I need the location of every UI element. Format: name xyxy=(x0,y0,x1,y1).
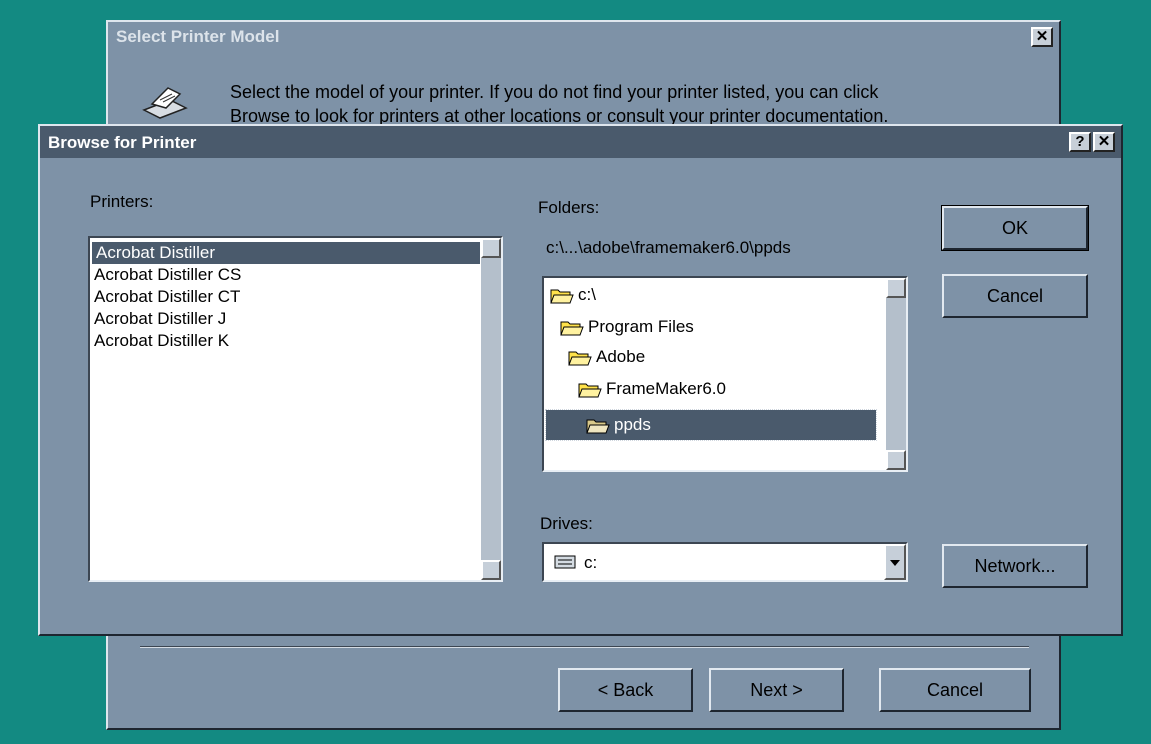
printer-item-acrobat-distiller-j[interactable]: Acrobat Distiller J xyxy=(94,308,226,330)
network-button-label: Network... xyxy=(974,556,1056,576)
drive-value: c: xyxy=(584,553,598,572)
printers-scrollbar[interactable] xyxy=(481,238,501,580)
printers-label: Printers: xyxy=(90,192,154,211)
background-cancel-button-label: Cancel xyxy=(926,680,984,700)
folder-item-ppds-content: ppds xyxy=(586,412,651,438)
printer-item-acrobat-distiller-k[interactable]: Acrobat Distiller K xyxy=(94,330,229,352)
background-close-button[interactable]: ✕ xyxy=(1031,27,1053,47)
folders-label: Folders: xyxy=(538,198,599,218)
scroll-up-arrow-icon[interactable] xyxy=(886,278,906,298)
printer-item-acrobat-distiller-ct[interactable]: Acrobat Distiller CT xyxy=(94,286,240,308)
folders-tree[interactable]: c:\ Program Files Adobe FrameMaker6.0 pp… xyxy=(542,276,908,472)
help-icon: ? xyxy=(1075,133,1085,150)
browse-for-printer-dialog: Browse for Printer ? ✕ Printers: Acrobat… xyxy=(38,124,1123,636)
folder-item-framemaker[interactable]: FrameMaker6.0 xyxy=(578,376,726,402)
open-folder-icon xyxy=(560,321,584,336)
ok-button[interactable]: OK xyxy=(941,205,1089,251)
scroll-down-arrow-icon[interactable] xyxy=(481,560,501,580)
ok-button-label: OK xyxy=(1001,218,1028,238)
back-button-label: < Back xyxy=(597,680,654,700)
background-window-title: Select Printer Model xyxy=(116,27,280,46)
cancel-button[interactable]: Cancel xyxy=(942,274,1088,318)
chevron-down-icon xyxy=(890,560,900,566)
folders-label-text: Folders: xyxy=(538,198,600,217)
background-titlebar[interactable]: Select Printer Model ✕ xyxy=(108,22,1059,52)
dropdown-button[interactable] xyxy=(884,544,906,580)
next-button[interactable]: Next > xyxy=(709,668,844,712)
printer-item-acrobat-distiller[interactable]: Acrobat Distiller xyxy=(92,242,480,264)
folder-label-adobe: Adobe xyxy=(596,347,646,366)
drive-icon xyxy=(554,555,576,569)
open-folder-icon xyxy=(550,289,574,304)
current-path: c:\...\adobe\framemaker6.0\ppds xyxy=(546,238,791,257)
scroll-down-arrow-icon[interactable] xyxy=(886,450,906,470)
folders-scrollbar[interactable] xyxy=(886,278,906,470)
folder-label-program-files: Program Files xyxy=(588,317,694,336)
close-icon: ✕ xyxy=(1035,28,1049,45)
folder-label-root: c:\ xyxy=(578,285,596,304)
open-folder-icon xyxy=(568,351,592,366)
folder-item-ppds[interactable]: ppds xyxy=(545,409,877,441)
printer-icon xyxy=(140,84,190,129)
folder-item-root[interactable]: c:\ xyxy=(550,282,596,308)
folder-item-adobe[interactable]: Adobe xyxy=(568,344,645,370)
network-button[interactable]: Network... xyxy=(942,544,1088,588)
folder-item-program-files[interactable]: Program Files xyxy=(560,314,694,340)
dialog-title: Browse for Printer xyxy=(48,133,197,152)
next-button-label: Next > xyxy=(750,680,803,700)
background-divider xyxy=(140,646,1029,648)
background-cancel-button[interactable]: Cancel xyxy=(879,668,1031,712)
drives-dropdown[interactable]: c: xyxy=(542,542,908,582)
open-folder-icon xyxy=(578,383,602,398)
folder-label-framemaker: FrameMaker6.0 xyxy=(606,379,726,398)
dialog-titlebar[interactable]: Browse for Printer ? ✕ xyxy=(40,126,1121,158)
printer-item-acrobat-distiller-cs[interactable]: Acrobat Distiller CS xyxy=(94,264,241,286)
drives-label: Drives: xyxy=(540,514,593,533)
folder-label-ppds: ppds xyxy=(614,415,651,434)
dialog-close-button[interactable]: ✕ xyxy=(1093,132,1115,152)
close-icon: ✕ xyxy=(1097,133,1111,150)
cancel-button-label: Cancel xyxy=(986,286,1044,306)
open-folder-icon xyxy=(586,419,610,434)
background-description-line1: Select the model of your printer. If you… xyxy=(230,82,879,102)
help-button[interactable]: ? xyxy=(1069,132,1091,152)
scroll-up-arrow-icon[interactable] xyxy=(481,238,501,258)
back-button[interactable]: < Back xyxy=(558,668,693,712)
printers-listbox[interactable]: Acrobat Distiller Acrobat Distiller CS A… xyxy=(88,236,503,582)
